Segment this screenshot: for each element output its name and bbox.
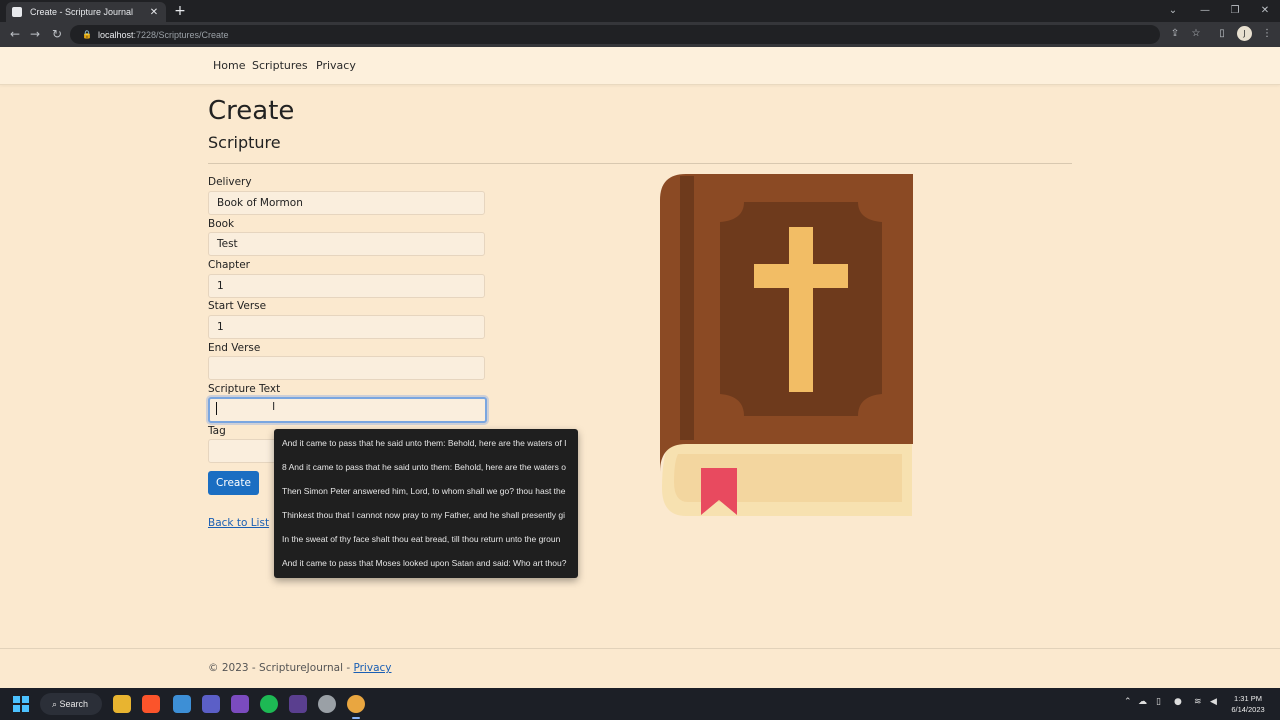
- create-button[interactable]: Create: [208, 471, 259, 495]
- page-subtitle: Scripture: [208, 133, 281, 152]
- kebab-menu-icon[interactable]: ⋮: [1258, 25, 1276, 43]
- volume-icon[interactable]: ◀: [1210, 697, 1217, 707]
- scripture-text-input[interactable]: [208, 397, 487, 423]
- autocomplete-item[interactable]: Thinkest thou that I cannot now pray to …: [282, 507, 572, 523]
- tag-label: Tag: [208, 425, 226, 437]
- tab-search-icon[interactable]: ⌄: [1158, 0, 1188, 22]
- forward-arrow-icon[interactable]: →: [26, 25, 44, 43]
- browser-toolbar: ← → ↻ 🔒 localhost :7228/Scriptures/Creat…: [0, 22, 1280, 47]
- url-host: localhost: [97, 29, 134, 40]
- teams-icon[interactable]: [202, 695, 220, 713]
- clock-time: 1:31 PM: [1234, 694, 1262, 703]
- lock-icon: 🔒: [82, 30, 92, 39]
- browser-tab[interactable]: Create - Scripture Journal ✕: [6, 2, 166, 22]
- chapter-input[interactable]: 1: [208, 274, 485, 298]
- nav-privacy-link[interactable]: Privacy: [316, 59, 356, 72]
- autocomplete-item[interactable]: 8 And it came to pass that he said unto …: [282, 459, 572, 475]
- taskbar-clock[interactable]: 1:31 PM 6/14/2023: [1226, 693, 1270, 715]
- taskbar-search[interactable]: ⌕ Search: [40, 693, 102, 715]
- side-panel-icon[interactable]: ▯: [1213, 25, 1231, 43]
- visual-studio-icon[interactable]: [231, 695, 249, 713]
- ibeam-cursor-icon: I: [272, 400, 276, 413]
- file-explorer-icon[interactable]: [113, 695, 131, 713]
- bookmark-star-icon[interactable]: ☆: [1187, 25, 1205, 43]
- book-input[interactable]: Test: [208, 232, 485, 256]
- end-verse-label: End Verse: [208, 342, 261, 354]
- footer-copyright: © 2023 - ScriptureJournal -: [208, 662, 354, 674]
- url-path: :7228/Scriptures/Create: [133, 29, 229, 40]
- browser-tab-strip: Create - Scripture Journal ✕ + ⌄ — ❐ ✕: [0, 0, 1280, 22]
- wifi-icon[interactable]: ≋: [1194, 697, 1202, 707]
- autocomplete-item[interactable]: And it came to pass that Moses looked up…: [282, 555, 572, 571]
- close-window-button[interactable]: ✕: [1250, 0, 1280, 22]
- profile-avatar[interactable]: J: [1237, 26, 1252, 41]
- windows-taskbar: ⌕ Search ⌃ ☁ ▯ ● ≋ ◀ 1:31 PM 6/14/2023: [0, 688, 1280, 720]
- delivery-input[interactable]: Book of Mormon: [208, 191, 485, 215]
- text-caret: [216, 402, 217, 415]
- new-tab-button[interactable]: +: [172, 2, 188, 20]
- end-verse-input[interactable]: [208, 356, 485, 380]
- back-arrow-icon[interactable]: ←: [6, 25, 24, 43]
- reload-icon[interactable]: ↻: [48, 25, 66, 43]
- site-navbar: Home Scriptures Privacy: [0, 47, 1280, 85]
- chapter-label: Chapter: [208, 259, 250, 271]
- windows-start-icon[interactable]: [13, 696, 29, 712]
- spotify-icon[interactable]: [260, 695, 278, 713]
- usb-icon[interactable]: ▯: [1156, 697, 1161, 707]
- page-title: Create: [208, 96, 295, 126]
- onedrive-cloud-icon[interactable]: ☁: [1138, 697, 1147, 707]
- tab-close-icon[interactable]: ✕: [148, 7, 160, 18]
- autocomplete-dropdown: And it came to pass that he said unto th…: [274, 429, 578, 578]
- scripture-book-icon: [660, 174, 913, 516]
- footer: © 2023 - ScriptureJournal - Privacy: [208, 662, 392, 674]
- divider: [208, 163, 1072, 164]
- autocomplete-item[interactable]: In the sweat of thy face shalt thou eat …: [282, 531, 572, 547]
- nav-scriptures-link[interactable]: Scriptures: [252, 59, 308, 72]
- footer-divider: [0, 648, 1280, 649]
- chrome-icon[interactable]: [347, 695, 365, 719]
- restore-button[interactable]: ❐: [1220, 0, 1250, 22]
- github-desktop-icon[interactable]: [318, 695, 336, 713]
- page-favicon-icon: [12, 7, 22, 17]
- autocomplete-item[interactable]: And it came to pass that he said unto th…: [282, 435, 572, 451]
- clock-date: 6/14/2023: [1231, 705, 1265, 714]
- autocomplete-item[interactable]: Then Simon Peter answered him, Lord, to …: [282, 483, 572, 499]
- footer-privacy-link[interactable]: Privacy: [353, 662, 391, 674]
- tab-title: Create - Scripture Journal: [30, 7, 134, 17]
- share-icon[interactable]: ⇪: [1166, 25, 1184, 43]
- microphone-icon[interactable]: ●: [1174, 697, 1182, 707]
- start-verse-input[interactable]: 1: [208, 315, 485, 339]
- app-icon[interactable]: [289, 695, 307, 713]
- vscode-icon[interactable]: [173, 695, 191, 713]
- tray-chevron-icon[interactable]: ⌃: [1124, 697, 1132, 707]
- start-verse-label: Start Verse: [208, 300, 267, 312]
- address-bar[interactable]: 🔒 localhost :7228/Scriptures/Create: [70, 25, 1160, 44]
- scripture-text-label: Scripture Text: [208, 383, 281, 395]
- nav-home-link[interactable]: Home: [213, 59, 245, 72]
- minimize-button[interactable]: —: [1190, 0, 1220, 22]
- taskbar-search-label: Search: [59, 699, 89, 709]
- delivery-label: Delivery: [208, 176, 252, 188]
- brave-browser-icon[interactable]: [142, 695, 160, 713]
- book-label: Book: [208, 218, 235, 230]
- back-to-list-link[interactable]: Back to List: [208, 517, 269, 529]
